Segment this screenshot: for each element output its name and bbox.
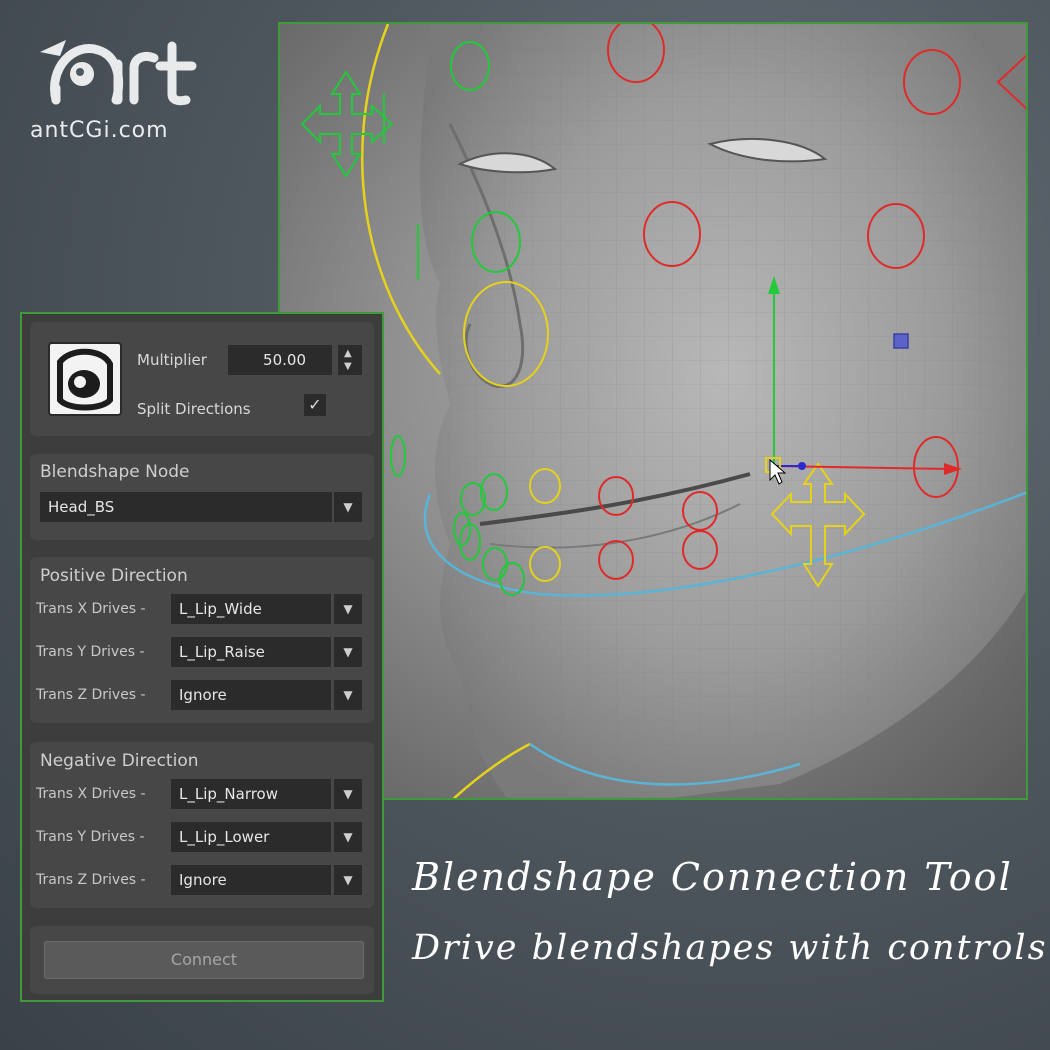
multiplier-field[interactable]: 50.00 (228, 345, 332, 375)
multiplier-label: Multiplier (137, 351, 207, 369)
blendshape-tool-panel: Multiplier 50.00 ▲ ▼ Split Directions ✓ … (20, 312, 384, 1002)
checkmark-icon: ✓ (308, 395, 322, 414)
tool-logo-icon (48, 342, 122, 416)
move-manipulator-icon[interactable] (300, 70, 394, 178)
dropdown-arrow-icon[interactable]: ▼ (332, 492, 362, 522)
neg-y-dropdown[interactable]: L_Lip_Lower (171, 822, 331, 852)
neg-x-label: Trans X Drives - (36, 786, 146, 802)
pos-x-label: Trans X Drives - (36, 601, 146, 617)
dropdown-arrow-icon[interactable]: ▼ (332, 637, 362, 667)
pos-z-dropdown[interactable]: Ignore (171, 680, 331, 710)
split-directions-label: Split Directions (137, 400, 251, 418)
dropdown-arrow-icon[interactable]: ▼ (332, 822, 362, 852)
header-section: Multiplier 50.00 ▲ ▼ Split Directions ✓ (30, 322, 374, 436)
headline-subtitle: Drive blendshapes with controls (412, 928, 1048, 968)
dropdown-arrow-icon[interactable]: ▼ (332, 865, 362, 895)
dropdown-arrow-icon[interactable]: ▼ (332, 594, 362, 624)
spin-down-icon[interactable]: ▼ (344, 362, 352, 372)
pos-z-label: Trans Z Drives - (36, 687, 146, 703)
spin-up-icon[interactable]: ▲ (344, 349, 352, 359)
dropdown-arrow-icon[interactable]: ▼ (332, 680, 362, 710)
face-scene[interactable] (280, 24, 1028, 800)
negative-direction-section: Negative Direction Trans X Drives - L_Li… (30, 742, 374, 908)
multiplier-spinner[interactable]: ▲ ▼ (338, 345, 362, 375)
pos-x-dropdown[interactable]: L_Lip_Wide (171, 594, 331, 624)
neg-x-dropdown[interactable]: L_Lip_Narrow (171, 779, 331, 809)
negative-title: Negative Direction (40, 751, 199, 771)
neg-z-dropdown[interactable]: Ignore (171, 865, 331, 895)
node-section-title: Blendshape Node (40, 462, 190, 482)
neg-z-label: Trans Z Drives - (36, 872, 146, 888)
headline-title: Blendshape Connection Tool (412, 855, 1013, 899)
positive-direction-section: Positive Direction Trans X Drives - L_Li… (30, 557, 374, 723)
pos-y-label: Trans Y Drives - (36, 644, 145, 660)
pos-y-dropdown[interactable]: L_Lip_Raise (171, 637, 331, 667)
node-dropdown[interactable]: Head_BS (40, 492, 332, 522)
neg-y-label: Trans Y Drives - (36, 829, 145, 845)
positive-title: Positive Direction (40, 566, 188, 586)
site-url: antCGi.com (30, 118, 169, 143)
blendshape-node-section: Blendshape Node Head_BS ▼ (30, 454, 374, 540)
3d-viewport[interactable] (278, 22, 1028, 800)
split-directions-checkbox[interactable]: ✓ (304, 394, 326, 416)
connect-section: Connect (30, 926, 374, 994)
dropdown-arrow-icon[interactable]: ▼ (332, 779, 362, 809)
connect-button[interactable]: Connect (44, 941, 364, 979)
